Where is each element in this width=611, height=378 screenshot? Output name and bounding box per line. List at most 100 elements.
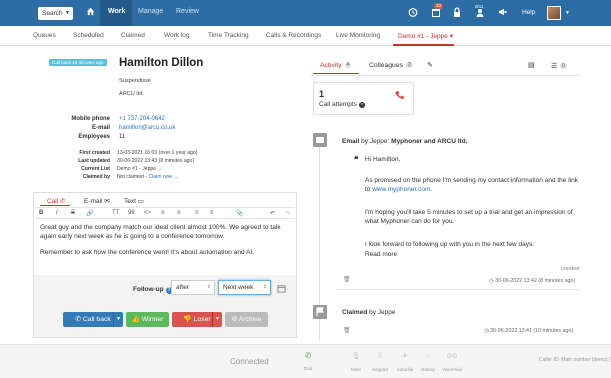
winner-button[interactable]: 👍 Winner	[126, 312, 169, 327]
email-label: E-mail	[91, 125, 110, 131]
claim-now-link[interactable]: Claim now	[148, 174, 172, 180]
email-heading-subject: Myphoner and ARCU ltd.	[391, 138, 468, 145]
divider	[310, 75, 580, 76]
email-heading-by: by Jeppe:	[361, 138, 390, 145]
nav-review[interactable]: Review	[176, 8, 199, 15]
contact-company: ARCU ltd.	[119, 91, 144, 97]
calendar-icon[interactable]	[277, 284, 286, 293]
chat-icon: ▭	[137, 198, 144, 205]
tab-live-monitoring[interactable]: Live Monitoring	[336, 32, 380, 39]
thumbs-up-icon: 👍	[131, 316, 141, 323]
list-icon: ☰	[551, 63, 558, 70]
tab-activity-label: Activity	[320, 62, 342, 69]
thumbs-down-icon: 👎	[183, 316, 192, 323]
loser-button[interactable]: 👎 Loser ▼	[172, 312, 222, 327]
search-dropdown[interactable]: Search ▼	[38, 7, 73, 20]
archive-button[interactable]: ⊘ Archive	[225, 312, 268, 327]
megaphone-icon[interactable]	[498, 7, 508, 18]
activity-count: 4	[344, 62, 352, 68]
keypad-icon[interactable]: ⠿	[368, 352, 392, 360]
employees-value: 11	[119, 134, 126, 140]
history-icon[interactable]	[408, 7, 418, 18]
tab-text[interactable]: Text ▭	[124, 197, 144, 205]
attach-button[interactable]: 📎	[236, 210, 243, 217]
tab-demo-list[interactable]: Demo #1 - Jeppe ▾	[398, 32, 453, 40]
arrow-right-icon: →	[173, 174, 179, 180]
caller-id: Caller ID: Main number (demo) (+45 7	[539, 357, 611, 363]
claimed-heading: Claimed by Jeppe	[342, 308, 396, 317]
strikethrough-button[interactable]: S	[71, 210, 75, 216]
mobile-label: Mobile phone	[71, 116, 110, 122]
redo-button[interactable]: ↷	[285, 210, 290, 217]
phone-icon	[395, 91, 404, 99]
tab-work-log[interactable]: Work log	[164, 32, 190, 39]
avatar[interactable]	[547, 6, 561, 20]
nav-work[interactable]: Work	[108, 8, 125, 15]
microphone-icon[interactable]: 🎙	[346, 352, 366, 360]
email-paragraph-3: I look forward to following up with you …	[365, 241, 535, 248]
document-icon[interactable]: ▤	[528, 61, 534, 69]
trash-icon[interactable]: 🗑	[343, 276, 351, 285]
current-list-value[interactable]: Demo #1 - Jeppe →	[117, 166, 163, 172]
note-text-area[interactable]: Great guy and the company match our idea…	[40, 223, 292, 257]
contact-title: Suspendisse	[119, 78, 152, 84]
nav-manage[interactable]: Manage	[138, 8, 163, 15]
tab-activity[interactable]: Activity 4	[320, 62, 352, 69]
indent-button[interactable]: ≡	[210, 210, 214, 216]
lock-icon[interactable]	[452, 7, 462, 18]
search-label: Search	[42, 10, 63, 17]
call-attempts-label: Call attempts ?	[319, 101, 365, 108]
quote-button[interactable]: 99	[128, 210, 135, 216]
phone-icon[interactable]: ✆	[298, 351, 318, 360]
followup-when-value: after	[176, 284, 190, 291]
autodial-icon[interactable]: ✈	[393, 352, 417, 360]
chevron-down-icon[interactable]: ▼	[113, 312, 123, 327]
followup-value-select[interactable]: Next week ⇕	[218, 280, 271, 295]
followup-when-select[interactable]: after ⇕	[171, 280, 215, 295]
notification-badge: 33	[434, 3, 444, 9]
help-link[interactable]: Help	[522, 9, 535, 16]
email-link[interactable]: hamilton@arcu.co.uk	[119, 125, 175, 131]
tab-time-tracking[interactable]: Time Tracking	[208, 32, 249, 39]
myphoner-link[interactable]: www.myphoner.com	[372, 186, 430, 193]
tab-claimed[interactable]: Claimed	[121, 32, 145, 39]
callback-button[interactable]: ✆ Call back ▼	[63, 312, 123, 327]
tab-calls-recordings[interactable]: Calls & Recordings	[266, 32, 321, 39]
heading-button[interactable]: TT	[112, 210, 119, 216]
followup-label: Follow-up ?	[133, 286, 173, 294]
email-paragraph-1: As promised on the phone I'm sending my …	[365, 177, 578, 193]
email-heading-type: Email	[342, 138, 360, 145]
updown-icon: ⇕	[262, 284, 267, 290]
claimed-by-text: Not claimed	[117, 174, 144, 180]
bullet-list-button[interactable]: ≡	[161, 210, 165, 216]
numbered-list-button[interactable]: ≡	[177, 210, 181, 216]
voicemail-icon[interactable]: ⊙⊙	[438, 352, 466, 360]
home-icon[interactable]	[86, 7, 95, 16]
chevron-down-icon[interactable]: ▼	[565, 10, 570, 16]
ban-icon: ⊘	[231, 316, 238, 323]
tab-call[interactable]: Call ✆	[47, 197, 65, 205]
tab-queues[interactable]: Queues	[33, 32, 56, 39]
updown-icon: ⇕	[206, 284, 211, 290]
tab-email[interactable]: E-mail ✉	[84, 197, 110, 205]
edit-icon[interactable]: ✎	[427, 61, 433, 69]
tab-colleagues[interactable]: Colleagues 2	[369, 62, 413, 69]
envelope-icon: ✉	[104, 198, 110, 205]
chevron-down-icon: ▾	[449, 33, 453, 40]
read-more-link[interactable]: Read more	[365, 250, 397, 259]
email-heading: Email by Jeppe: Myphoner and ARCU ltd.	[342, 137, 467, 146]
trash-icon[interactable]: 🗑	[343, 327, 351, 336]
chevron-down-icon[interactable]: ▼	[212, 312, 222, 327]
code-button[interactable]: <>	[144, 210, 151, 216]
phone-icon: ✆	[60, 198, 66, 205]
undo-button[interactable]: ↶	[270, 210, 275, 217]
star-icon[interactable]: ☆	[418, 352, 438, 360]
tab-scheduled[interactable]: Scheduled	[73, 32, 104, 39]
italic-button[interactable]: I	[56, 210, 58, 216]
list-filter[interactable]: ☰ 0	[551, 62, 567, 70]
outdent-button[interactable]: ≡	[195, 210, 199, 216]
tab-text-label: Text	[124, 198, 136, 205]
mobile-phone-link[interactable]: +1 737-204-0642	[119, 116, 165, 122]
bold-button[interactable]: B	[39, 210, 43, 216]
link-button[interactable]: 🔗	[86, 210, 93, 217]
